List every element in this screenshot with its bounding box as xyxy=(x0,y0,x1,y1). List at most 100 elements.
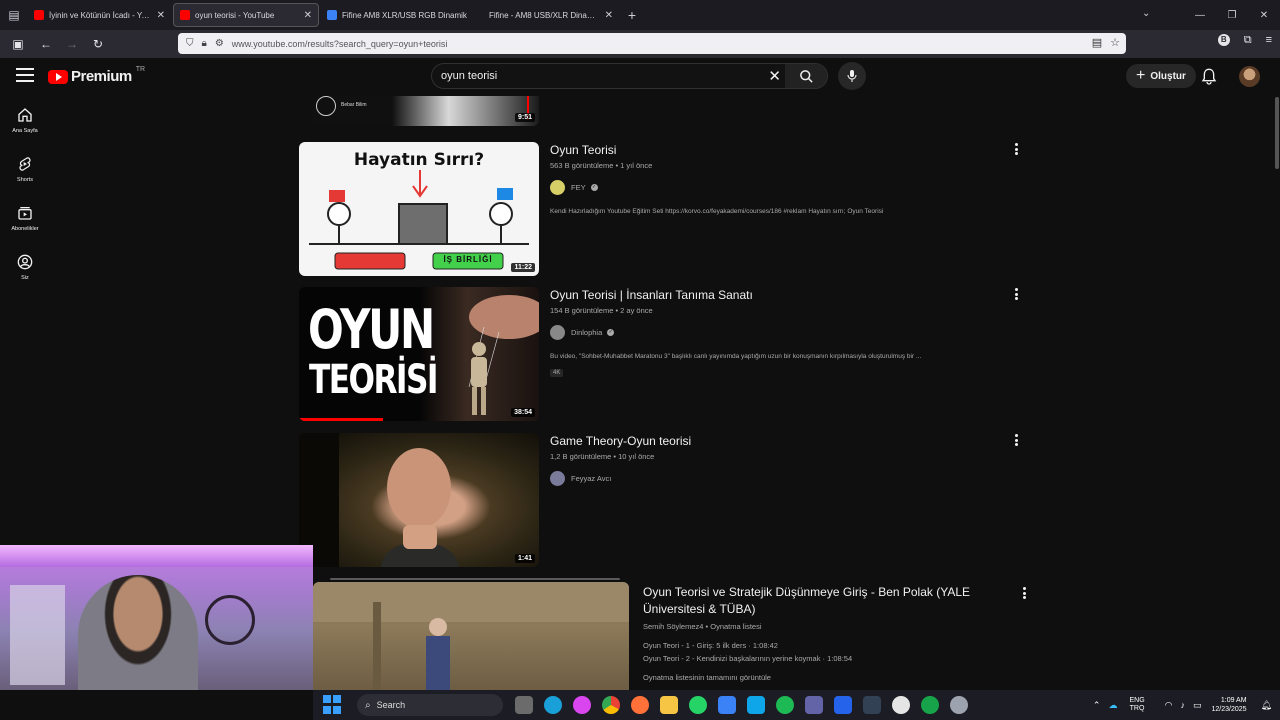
mail-icon[interactable] xyxy=(747,696,765,714)
clock[interactable]: 1:09 AM 12/23/2025 xyxy=(1212,696,1247,714)
volume-icon[interactable]: ♪ xyxy=(1181,700,1186,710)
browser-tab-4[interactable]: Fifine - AM8 USB/XLR Dinamik ✕ xyxy=(483,3,619,27)
language-indicator[interactable]: ENG TRQ xyxy=(1129,697,1144,713)
video-meta: 1,2 B görüntüleme • 10 yıl önce xyxy=(550,452,655,461)
teams-icon[interactable] xyxy=(805,696,823,714)
channel-link[interactable]: FEY ✓ xyxy=(550,180,598,195)
extensions-icon[interactable]: ⧉ xyxy=(1244,34,1252,47)
notification-center-icon[interactable]: 🔔︎ xyxy=(1261,700,1272,711)
video-meta: 154 B görüntüleme • 2 ay önce xyxy=(550,306,653,315)
more-options-icon[interactable] xyxy=(1010,142,1022,156)
system-tray: ⌃ ☁ ENG TRQ ◠ ♪ ▭ 1:09 AM 12/23/2025 🔔︎ xyxy=(1085,690,1272,720)
maximize-icon[interactable]: ❐ xyxy=(1216,10,1248,21)
more-options-icon[interactable] xyxy=(1018,586,1030,600)
browser-tab-2-active[interactable]: oyun teorisi - YouTube ✕ xyxy=(173,3,319,27)
thumbnail-illustration xyxy=(309,170,529,270)
youtube-header: Premium TR ✕ + Oluştur xyxy=(0,58,1280,96)
browser-tab-3[interactable]: Fifine AM8 XLR/USB RGB Dinamik xyxy=(321,3,481,27)
copilot-icon[interactable] xyxy=(573,696,591,714)
page-scrollbar[interactable] xyxy=(1275,97,1279,169)
windows-start-icon[interactable] xyxy=(323,695,343,715)
chevron-up-icon[interactable]: ⌃ xyxy=(1093,700,1101,711)
close-tab-icon[interactable]: ✕ xyxy=(157,10,165,21)
playlist-title[interactable]: Oyun Teorisi ve Stratejik Düşünmeye Giri… xyxy=(643,584,988,618)
edge-icon[interactable] xyxy=(544,696,562,714)
channel-avatar xyxy=(550,325,565,340)
taskbar-search[interactable]: ⌕ Search xyxy=(357,694,503,716)
language-code: ENG xyxy=(1129,697,1145,704)
terminal-icon[interactable] xyxy=(863,696,881,714)
browser-tab-1[interactable]: İyinin ve Kötünün İcadı - YouTube ✕ xyxy=(28,3,171,27)
browser-nav-bar: ▣ ← → ↻ ⛉ 🔒︎ ⚙ www.youtube.com/results?s… xyxy=(0,30,1280,58)
tab-title: Fifine - AM8 USB/XLR Dinamik xyxy=(489,10,599,20)
steam-icon[interactable] xyxy=(892,696,910,714)
video-thumbnail[interactable]: 1:41 xyxy=(299,433,539,567)
close-tab-icon[interactable]: ✕ xyxy=(304,10,312,21)
forward-icon[interactable]: → xyxy=(60,32,84,56)
tab-list-icon[interactable]: ▤ xyxy=(0,0,28,30)
voice-search-button[interactable] xyxy=(838,62,866,90)
url-bar[interactable]: ⛉ 🔒︎ ⚙ www.youtube.com/results?search_qu… xyxy=(178,33,1126,54)
settings-gear-icon[interactable] xyxy=(950,696,968,714)
browser-tab-strip: ▤ İyinin ve Kötünün İcadı - YouTube ✕ oy… xyxy=(0,0,1280,30)
video-title[interactable]: Oyun Teorisi xyxy=(550,142,616,159)
video-thumbnail[interactable]: OYUN TEORİSİ 38:54 xyxy=(299,287,539,421)
channel-link[interactable]: Dinlophia ✓ xyxy=(550,325,615,340)
wifi-icon[interactable]: ◠ xyxy=(1165,700,1173,711)
spotify-icon[interactable] xyxy=(776,696,794,714)
search-button[interactable] xyxy=(785,64,827,88)
verified-icon: ✓ xyxy=(590,184,598,191)
create-button[interactable]: + Oluştur xyxy=(1126,64,1196,88)
store-icon[interactable] xyxy=(718,696,736,714)
url-text[interactable]: www.youtube.com/results?search_query=oyu… xyxy=(232,39,448,49)
security-icon[interactable] xyxy=(834,696,852,714)
permissions-icon[interactable]: ⚙ xyxy=(215,38,224,49)
video-thumbnail[interactable]: Hayatın Sırrı? İŞ BİRLİĞİ 11:22 xyxy=(299,142,539,276)
profile-icon[interactable]: B xyxy=(1217,34,1230,46)
whatsapp-icon[interactable] xyxy=(689,696,707,714)
video-duration: 9:51 xyxy=(514,113,535,122)
hamburger-menu-icon[interactable] xyxy=(16,68,34,84)
youtube-premium-logo[interactable]: Premium TR xyxy=(48,66,146,85)
app-icon[interactable] xyxy=(921,696,939,714)
file-explorer-icon[interactable] xyxy=(515,696,533,714)
video-title[interactable]: Oyun Teorisi | İnsanları Tanıma Sanatı xyxy=(550,287,753,304)
more-options-icon[interactable] xyxy=(1010,287,1022,301)
bell-icon xyxy=(1201,68,1217,85)
playlist-thumbnail[interactable] xyxy=(313,582,629,690)
video-thumbnail-partial[interactable]: Bebar Bilim 9:51 xyxy=(313,96,539,126)
account-avatar[interactable] xyxy=(1239,66,1260,87)
menu-icon[interactable]: ≡ xyxy=(1266,34,1272,47)
battery-icon[interactable]: ▭ xyxy=(1193,700,1202,711)
lock-icon[interactable]: 🔒︎ xyxy=(202,38,207,49)
clock-date: 12/23/2025 xyxy=(1211,706,1247,713)
clear-search-icon[interactable]: ✕ xyxy=(768,67,781,85)
video-title[interactable]: Game Theory-Oyun teorisi xyxy=(550,433,691,450)
sidebar-toggle-icon[interactable]: ▣ xyxy=(6,32,30,56)
back-icon[interactable]: ← xyxy=(34,32,58,56)
firefox-icon[interactable] xyxy=(631,696,649,714)
close-window-icon[interactable]: ✕ xyxy=(1248,10,1280,21)
search-input[interactable] xyxy=(441,70,761,82)
more-options-icon[interactable] xyxy=(1010,433,1022,447)
notifications-button[interactable] xyxy=(1201,67,1217,90)
view-full-playlist-link[interactable]: Oynatma listesinin tamamını görüntüle xyxy=(643,673,771,682)
chevron-down-icon[interactable]: ⌄ xyxy=(1142,8,1150,19)
bookmark-star-icon[interactable]: ☆ xyxy=(1110,36,1120,49)
channel-link[interactable]: Feyyaz Avcı xyxy=(550,471,611,486)
shield-icon[interactable]: ⛉ xyxy=(186,38,194,49)
onedrive-icon[interactable]: ☁ xyxy=(1108,700,1117,711)
channel-name: FEY xyxy=(571,183,586,192)
minimize-icon[interactable]: — xyxy=(1184,10,1216,21)
close-tab-icon[interactable]: ✕ xyxy=(605,10,613,21)
chrome-icon[interactable] xyxy=(602,696,620,714)
folder-icon[interactable] xyxy=(660,696,678,714)
playlist-item[interactable]: Oyun Teori - 1 - Giriş: 5 ilk ders · 1:0… xyxy=(643,641,778,650)
region-code: TR xyxy=(135,66,146,73)
playlist-item[interactable]: Oyun Teori - 2 - Kendinizi başkalarının … xyxy=(643,654,852,663)
lecture-scene xyxy=(313,582,629,690)
reload-icon[interactable]: ↻ xyxy=(86,32,110,56)
checkmark-favicon-icon xyxy=(327,10,337,20)
new-tab-icon[interactable]: + xyxy=(621,7,643,23)
reader-view-icon[interactable]: ▤ xyxy=(1092,36,1102,49)
